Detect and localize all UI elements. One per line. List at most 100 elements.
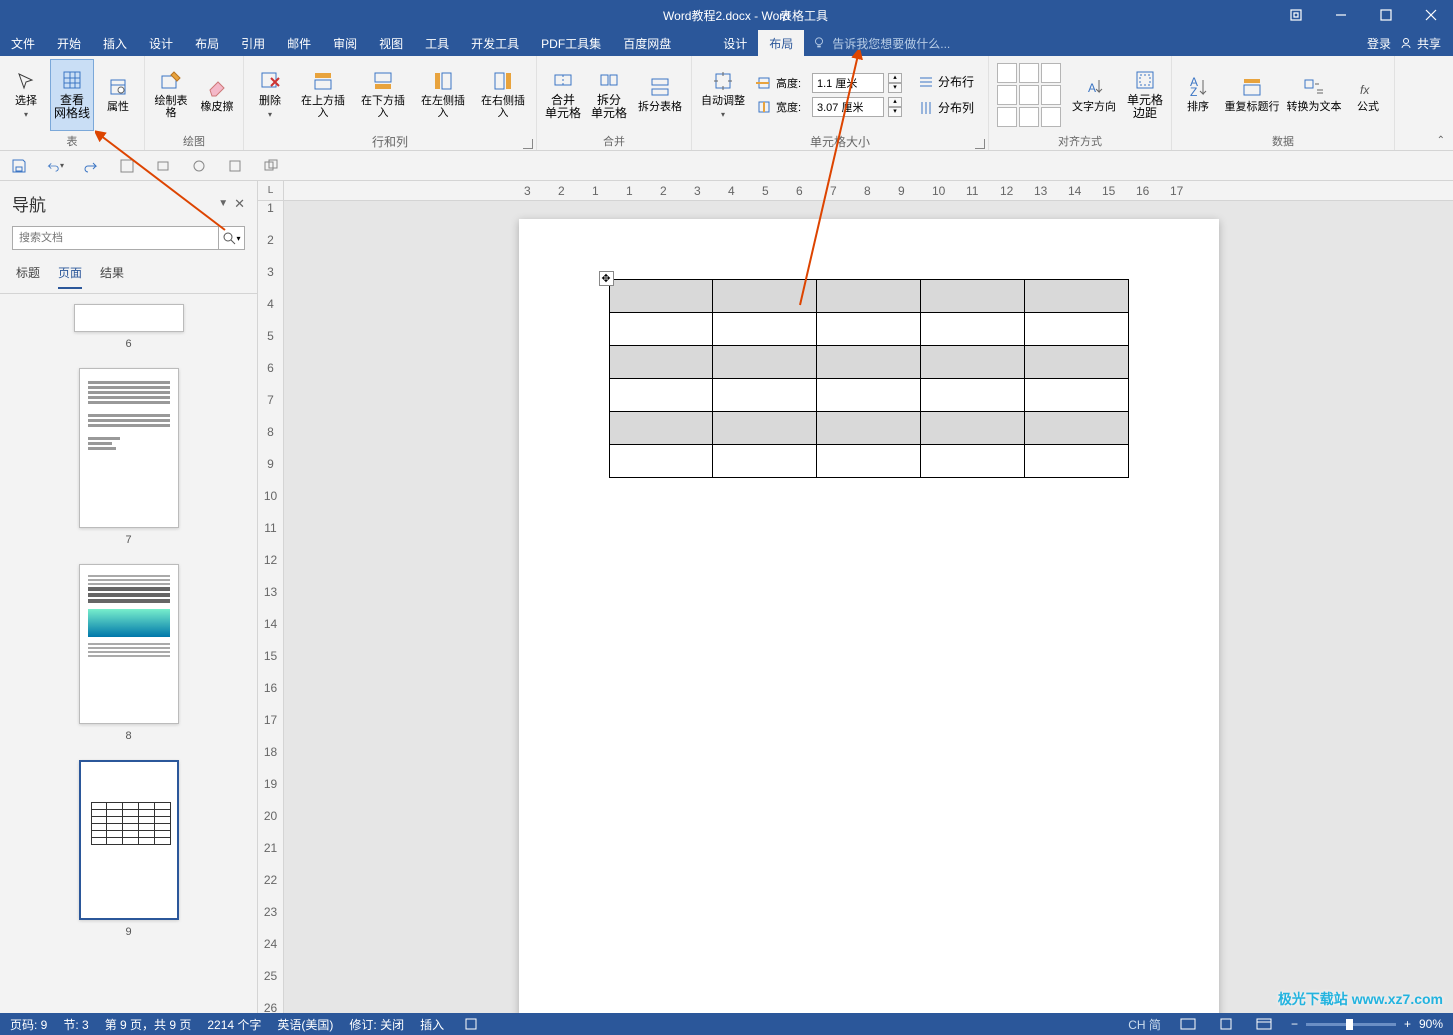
nav-tab-results[interactable]: 结果 bbox=[100, 264, 124, 289]
zoom-in-icon[interactable]: + bbox=[1404, 1017, 1411, 1031]
insert-right-button[interactable]: 在右侧插入 bbox=[474, 59, 532, 131]
convert-to-text-button[interactable]: 转换为文本 bbox=[1284, 59, 1344, 131]
nav-close-icon[interactable]: ✕ bbox=[234, 196, 245, 212]
width-spin-down[interactable]: ▾ bbox=[888, 107, 902, 117]
zoom-slider[interactable] bbox=[1306, 1023, 1396, 1026]
login-link[interactable]: 登录 bbox=[1367, 35, 1391, 52]
qat-btn3[interactable] bbox=[190, 157, 208, 175]
document-table[interactable] bbox=[609, 279, 1129, 478]
ime-indicator[interactable]: CH 简 bbox=[1128, 1016, 1161, 1033]
height-input[interactable] bbox=[812, 73, 884, 93]
align-br[interactable] bbox=[1041, 107, 1061, 127]
save-icon[interactable] bbox=[10, 157, 28, 175]
tell-me-search[interactable]: 告诉我您想要做什么... bbox=[804, 30, 1367, 56]
view-web-icon[interactable] bbox=[1253, 1015, 1275, 1033]
rowcol-launcher[interactable] bbox=[523, 139, 533, 149]
align-mr[interactable] bbox=[1041, 85, 1061, 105]
split-cells-button[interactable]: 拆分单元格 bbox=[587, 59, 631, 131]
tab-table-layout[interactable]: 布局 bbox=[758, 30, 804, 56]
cell-margins-button[interactable]: 单元格边距 bbox=[1123, 59, 1167, 131]
nav-dropdown-icon[interactable]: ▼ bbox=[218, 198, 228, 209]
delete-button[interactable]: 删除▾ bbox=[248, 59, 292, 131]
draw-table-button[interactable]: 绘制表格 bbox=[149, 59, 193, 131]
align-bl[interactable] bbox=[997, 107, 1017, 127]
page-thumb-6[interactable]: 6 bbox=[0, 304, 257, 350]
qat-btn5[interactable] bbox=[262, 157, 280, 175]
share-button[interactable]: 共享 bbox=[1399, 35, 1441, 52]
height-spin-up[interactable]: ▴ bbox=[888, 73, 902, 83]
tab-pdf[interactable]: PDF工具集 bbox=[530, 30, 612, 56]
minimize-button[interactable] bbox=[1318, 0, 1363, 30]
collapse-ribbon-icon[interactable]: ⌃ bbox=[1437, 135, 1445, 146]
tab-table-design[interactable]: 设计 bbox=[712, 30, 758, 56]
nav-search-icon[interactable]: ▾ bbox=[218, 227, 244, 249]
eraser-button[interactable]: 橡皮擦 bbox=[195, 59, 239, 131]
undo-icon[interactable]: ▾ bbox=[46, 157, 64, 175]
tab-tools[interactable]: 工具 bbox=[414, 30, 460, 56]
nav-tab-pages[interactable]: 页面 bbox=[58, 264, 82, 289]
sort-button[interactable]: AZ排序 bbox=[1176, 59, 1220, 131]
document-area[interactable]: ✥ 9 bbox=[284, 201, 1453, 1019]
tab-baidu[interactable]: 百度网盘 bbox=[612, 30, 682, 56]
nav-search-input[interactable] bbox=[13, 227, 218, 249]
status-pages[interactable]: 第 9 页，共 9 页 bbox=[105, 1016, 192, 1033]
page-thumb-8[interactable]: 8 bbox=[0, 564, 257, 742]
qat-btn4[interactable] bbox=[226, 157, 244, 175]
page-thumb-7[interactable]: 7 bbox=[0, 368, 257, 546]
align-mc[interactable] bbox=[1019, 85, 1039, 105]
view-gridlines-button[interactable]: 查看网格线 bbox=[50, 59, 94, 131]
zoom-out-icon[interactable]: − bbox=[1291, 1017, 1298, 1031]
tab-layout[interactable]: 布局 bbox=[184, 30, 230, 56]
align-ml[interactable] bbox=[997, 85, 1017, 105]
insert-left-button[interactable]: 在左侧插入 bbox=[414, 59, 472, 131]
tab-design[interactable]: 设计 bbox=[138, 30, 184, 56]
tab-home[interactable]: 开始 bbox=[46, 30, 92, 56]
status-words[interactable]: 2214 个字 bbox=[207, 1016, 261, 1033]
split-table-button[interactable]: 拆分表格 bbox=[633, 59, 687, 131]
merge-cells-button[interactable]: 合并单元格 bbox=[541, 59, 585, 131]
width-input[interactable] bbox=[812, 97, 884, 117]
tab-insert[interactable]: 插入 bbox=[92, 30, 138, 56]
align-bc[interactable] bbox=[1019, 107, 1039, 127]
select-button[interactable]: 选择▾ bbox=[4, 59, 48, 131]
insert-below-button[interactable]: 在下方插入 bbox=[354, 59, 412, 131]
insert-above-button[interactable]: 在上方插入 bbox=[294, 59, 352, 131]
table-move-handle[interactable]: ✥ bbox=[599, 271, 614, 286]
view-print-icon[interactable] bbox=[1215, 1015, 1237, 1033]
status-lang[interactable]: 英语(美国) bbox=[277, 1016, 333, 1033]
text-direction-button[interactable]: A文字方向 bbox=[1067, 59, 1121, 131]
distribute-rows-button[interactable]: 分布行 bbox=[912, 71, 980, 93]
status-section[interactable]: 节: 3 bbox=[63, 1016, 88, 1033]
autofit-button[interactable]: 自动调整▾ bbox=[696, 59, 750, 131]
close-button[interactable] bbox=[1408, 0, 1453, 30]
status-insert[interactable]: 插入 bbox=[420, 1016, 444, 1033]
repeat-header-button[interactable]: 重复标题行 bbox=[1222, 59, 1282, 131]
tab-review[interactable]: 审阅 bbox=[322, 30, 368, 56]
align-tr[interactable] bbox=[1041, 63, 1061, 83]
cellsize-launcher[interactable] bbox=[975, 139, 985, 149]
maximize-button[interactable] bbox=[1363, 0, 1408, 30]
page-thumb-9[interactable]: 9 bbox=[0, 760, 257, 938]
height-spin-down[interactable]: ▾ bbox=[888, 83, 902, 93]
tab-view[interactable]: 视图 bbox=[368, 30, 414, 56]
formula-button[interactable]: fx公式 bbox=[1346, 59, 1390, 131]
tab-developer[interactable]: 开发工具 bbox=[460, 30, 530, 56]
properties-button[interactable]: 属性 bbox=[96, 59, 140, 131]
tab-mailings[interactable]: 邮件 bbox=[276, 30, 322, 56]
tab-references[interactable]: 引用 bbox=[230, 30, 276, 56]
qat-btn1[interactable] bbox=[118, 157, 136, 175]
view-read-icon[interactable] bbox=[1177, 1015, 1199, 1033]
zoom-level[interactable]: 90% bbox=[1419, 1017, 1443, 1031]
tab-file[interactable]: 文件 bbox=[0, 30, 46, 56]
distribute-cols-button[interactable]: 分布列 bbox=[912, 97, 980, 119]
status-page[interactable]: 页码: 9 bbox=[10, 1016, 47, 1033]
nav-tab-headings[interactable]: 标题 bbox=[16, 264, 40, 289]
width-spin-up[interactable]: ▴ bbox=[888, 97, 902, 107]
status-macro-icon[interactable] bbox=[460, 1015, 482, 1033]
qat-btn2[interactable] bbox=[154, 157, 172, 175]
align-tl[interactable] bbox=[997, 63, 1017, 83]
ribbon-options-icon[interactable] bbox=[1273, 0, 1318, 30]
redo-icon[interactable] bbox=[82, 157, 100, 175]
align-tc[interactable] bbox=[1019, 63, 1039, 83]
status-track[interactable]: 修订: 关闭 bbox=[349, 1016, 404, 1033]
